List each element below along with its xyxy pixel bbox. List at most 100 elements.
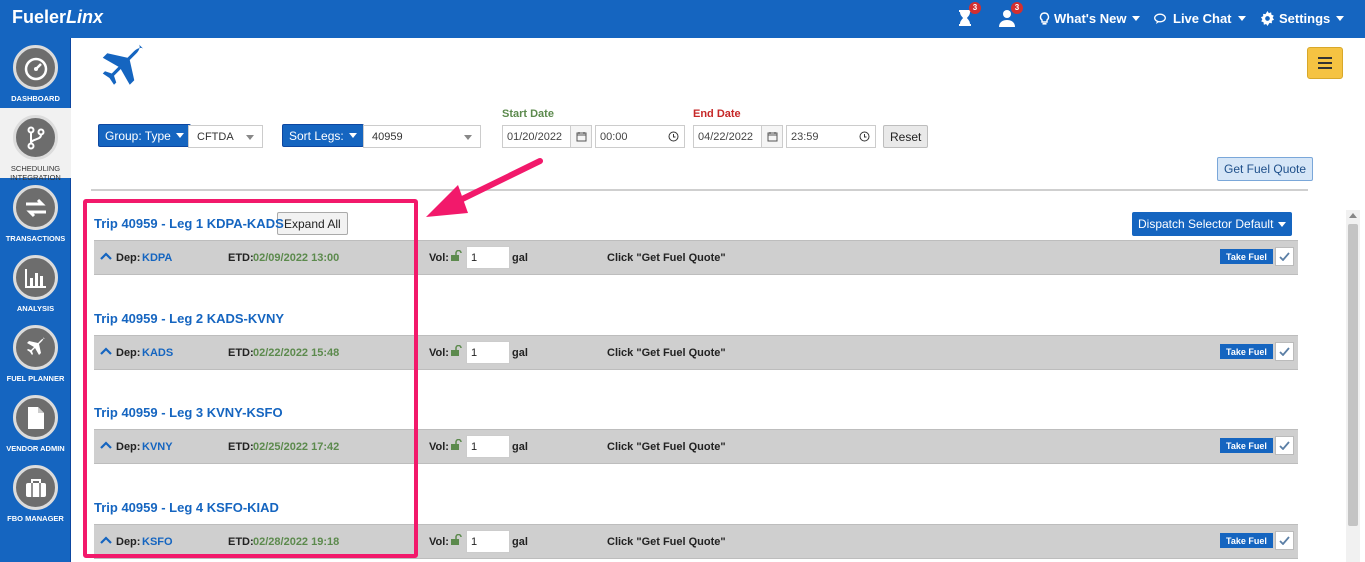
trip-leg-title[interactable]: Trip 40959 - Leg 4 KSFO-KIAD xyxy=(94,500,279,515)
take-fuel-checkbox[interactable] xyxy=(1275,531,1294,550)
end-date-input[interactable]: 04/22/2022 xyxy=(693,125,783,148)
lightbulb-icon xyxy=(1039,11,1050,25)
chevron-down-icon xyxy=(175,133,184,138)
chevron-up-icon[interactable] xyxy=(100,536,112,544)
unlock-icon[interactable] xyxy=(450,250,462,261)
hamburger-menu-button[interactable] xyxy=(1307,47,1343,79)
etd-value: 02/25/2022 17:42 xyxy=(253,441,340,453)
sidebar-item-transactions[interactable]: TRANSACTIONS xyxy=(0,178,71,248)
hourglass-notifications-button[interactable]: 3 xyxy=(955,2,981,30)
volume-input[interactable]: 1 xyxy=(466,530,510,553)
group-type-select[interactable]: CFTDA xyxy=(188,125,263,148)
settings-menu[interactable]: Settings xyxy=(1260,11,1345,26)
dep-airport[interactable]: KVNY xyxy=(142,441,173,453)
end-date-label: End Date xyxy=(693,108,741,120)
chevron-down-icon xyxy=(1237,16,1246,21)
branch-icon xyxy=(27,126,44,149)
sidebar-item-vendor-admin[interactable]: VENDOR ADMIN xyxy=(0,388,71,458)
whats-new-menu[interactable]: What's New xyxy=(1039,11,1141,26)
scrollbar-thumb[interactable] xyxy=(1348,224,1358,526)
sidebar: DASHBOARD SCHEDULING INTEGRATION TRANSAC… xyxy=(0,38,71,562)
volume-input[interactable]: 1 xyxy=(466,246,510,269)
chat-icon xyxy=(1154,13,1166,24)
take-fuel-label[interactable]: Take Fuel xyxy=(1220,438,1273,453)
calendar-icon[interactable] xyxy=(761,126,782,147)
chevron-down-icon xyxy=(464,135,472,140)
leg-row: Dep: KADS ETD: 02/22/2022 15:48 Vol: 1 g… xyxy=(94,335,1298,370)
reset-button[interactable]: Reset xyxy=(883,125,929,148)
unlock-icon[interactable] xyxy=(450,345,462,356)
take-fuel-label[interactable]: Take Fuel xyxy=(1220,533,1273,548)
start-time-input[interactable]: 00:00 xyxy=(595,125,685,148)
leg-row: Dep: KVNY ETD: 02/25/2022 17:42 Vol: 1 g… xyxy=(94,429,1298,464)
start-date-label: Start Date xyxy=(502,108,554,120)
chevron-up-icon[interactable] xyxy=(100,441,112,449)
trip-leg-title[interactable]: Trip 40959 - Leg 3 KVNY-KSFO xyxy=(94,405,283,420)
chevron-down-icon xyxy=(246,135,254,140)
volume-input[interactable]: 1 xyxy=(466,341,510,364)
etd-value: 02/22/2022 15:48 xyxy=(253,347,340,359)
volume-input[interactable]: 1 xyxy=(466,435,510,458)
sort-legs-select[interactable]: 40959 xyxy=(363,125,481,148)
get-fuel-quote-button[interactable]: Get Fuel Quote xyxy=(1217,157,1314,181)
dep-airport[interactable]: KSFO xyxy=(142,536,173,548)
sidebar-item-scheduling-integration[interactable]: SCHEDULING INTEGRATION xyxy=(0,108,71,182)
leg-row: Dep: KSFO ETD: 02/28/2022 19:18 Vol: 1 g… xyxy=(94,524,1298,559)
take-fuel-checkbox[interactable] xyxy=(1275,247,1294,266)
divider xyxy=(91,189,1308,191)
checkmark-icon xyxy=(1279,347,1290,356)
user-badge: 3 xyxy=(1011,2,1023,14)
clock-icon[interactable] xyxy=(663,126,684,147)
sort-legs-dropdown[interactable]: Sort Legs: xyxy=(282,124,364,147)
take-fuel-checkbox[interactable] xyxy=(1275,436,1294,455)
dashboard-icon xyxy=(24,57,47,80)
dispatch-selector-dropdown[interactable]: Dispatch Selector Default xyxy=(1132,212,1293,236)
unlock-icon[interactable] xyxy=(450,534,462,545)
calendar-icon[interactable] xyxy=(570,126,591,147)
dep-airport[interactable]: KDPA xyxy=(142,252,172,264)
sidebar-item-dashboard[interactable]: DASHBOARD xyxy=(0,38,71,108)
chevron-up-icon[interactable] xyxy=(100,252,112,260)
checkmark-icon xyxy=(1279,536,1290,545)
sidebar-item-analysis[interactable]: ANALYSIS xyxy=(0,248,71,318)
dep-airport[interactable]: KADS xyxy=(142,347,173,359)
briefcase-icon xyxy=(25,478,46,497)
take-fuel-checkbox[interactable] xyxy=(1275,342,1294,361)
sidebar-item-fuel-planner[interactable]: FUEL PLANNER xyxy=(0,318,71,388)
expand-all-button[interactable]: Expand All xyxy=(277,212,348,235)
leg-row: Dep: KDPA ETD: 02/09/2022 13:00 Vol: 1 g… xyxy=(94,240,1298,275)
scrollbar[interactable] xyxy=(1346,210,1360,562)
chevron-down-icon xyxy=(1278,221,1287,227)
group-type-dropdown[interactable]: Group: Type xyxy=(98,124,191,147)
brand-logo[interactable]: FuelerLinx xyxy=(12,7,103,28)
chevron-down-icon xyxy=(1336,16,1345,21)
scroll-up-icon[interactable] xyxy=(1349,213,1357,218)
chevron-down-icon xyxy=(348,133,357,138)
bar-chart-icon xyxy=(24,268,46,288)
hamburger-icon xyxy=(1318,57,1332,59)
etd-value: 02/28/2022 19:18 xyxy=(253,536,340,548)
end-time-input[interactable]: 23:59 xyxy=(786,125,876,148)
trip-leg-title[interactable]: Trip 40959 - Leg 1 KDPA-KADS xyxy=(94,216,284,231)
start-date-input[interactable]: 01/20/2022 xyxy=(502,125,592,148)
checkmark-icon xyxy=(1279,441,1290,450)
live-chat-menu[interactable]: Live Chat xyxy=(1154,11,1246,26)
hourglass-badge: 3 xyxy=(969,2,981,14)
document-icon xyxy=(27,406,44,429)
sidebar-item-fbo-manager[interactable]: FBO MANAGER xyxy=(0,458,71,528)
unlock-icon[interactable] xyxy=(450,439,462,450)
trip-leg-title[interactable]: Trip 40959 - Leg 2 KADS-KVNY xyxy=(94,311,284,326)
swap-icon xyxy=(25,198,46,217)
fuel-planner-plane-icon xyxy=(96,42,150,101)
etd-value: 02/09/2022 13:00 xyxy=(253,252,340,264)
take-fuel-label[interactable]: Take Fuel xyxy=(1220,344,1273,359)
checkmark-icon xyxy=(1279,252,1290,261)
chevron-down-icon xyxy=(1132,16,1141,21)
plane-icon xyxy=(26,336,45,355)
clock-icon[interactable] xyxy=(854,126,875,147)
user-notifications-button[interactable]: 3 xyxy=(997,2,1023,30)
gear-icon xyxy=(1260,11,1275,26)
take-fuel-label[interactable]: Take Fuel xyxy=(1220,249,1273,264)
top-navbar: FuelerLinx 3 3 What's New Live Chat Sett… xyxy=(0,0,1365,38)
chevron-up-icon[interactable] xyxy=(100,347,112,355)
